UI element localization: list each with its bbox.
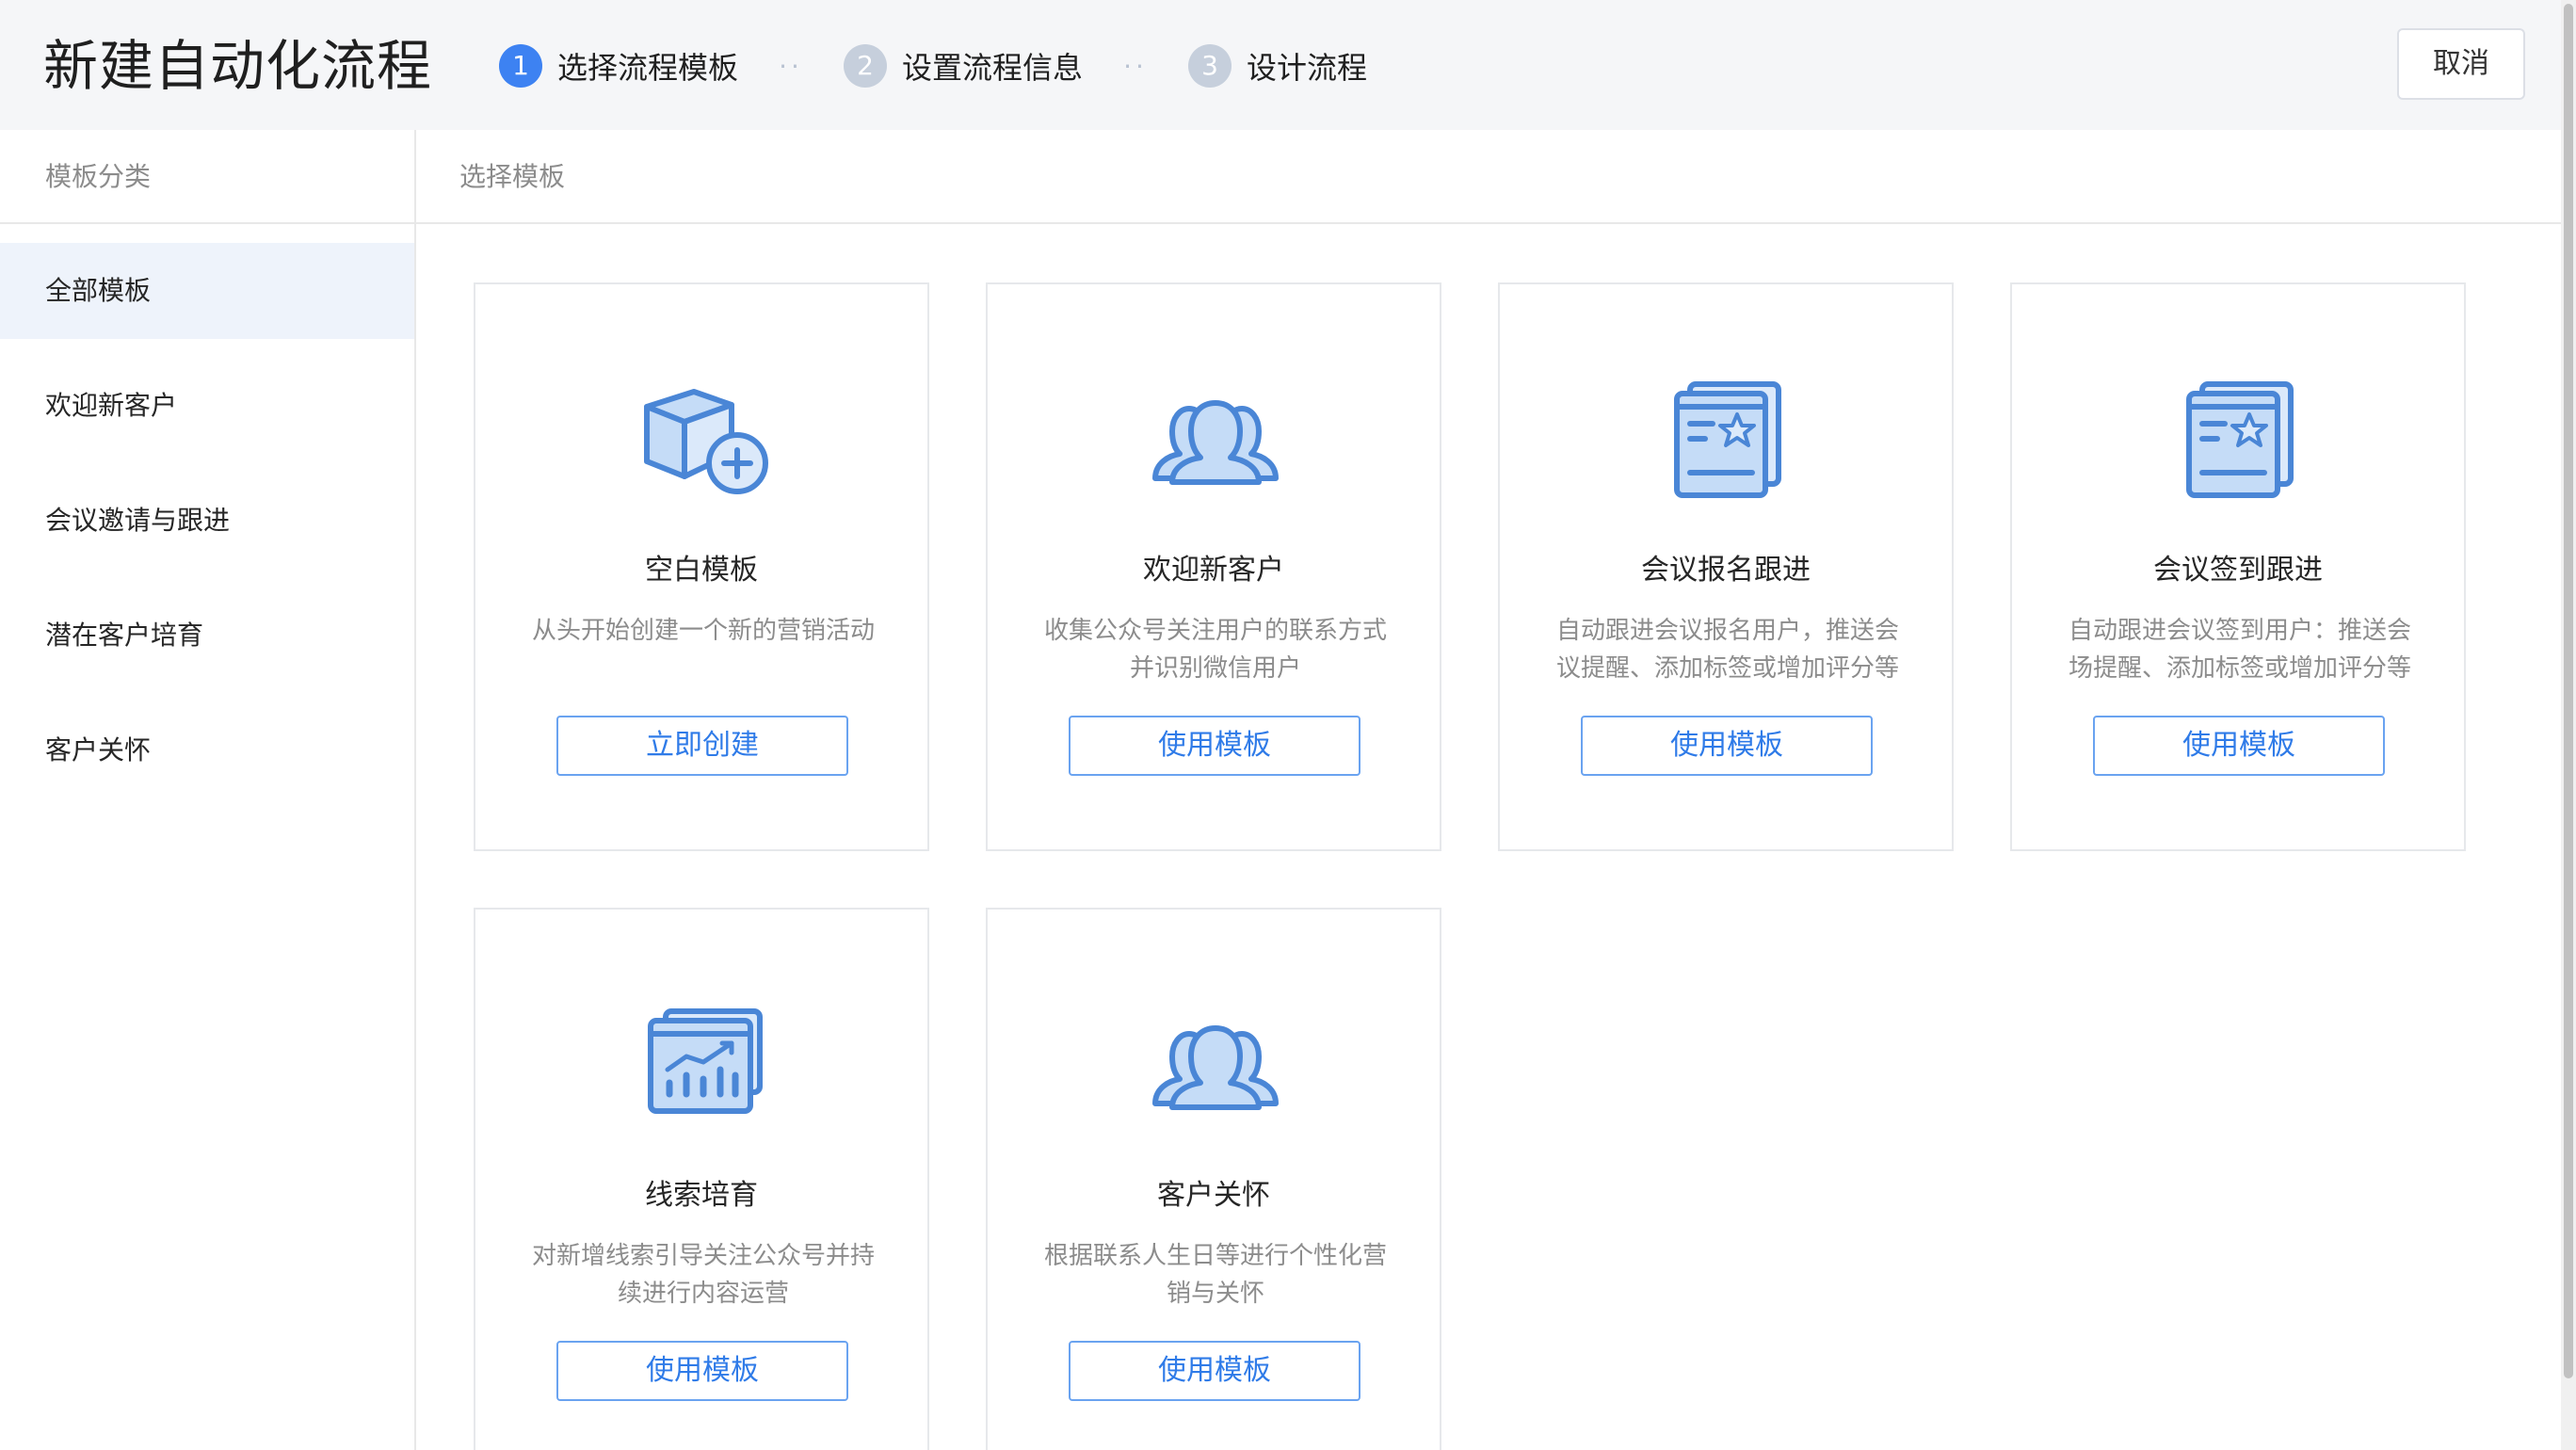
step-2: 2 设置流程信息: [844, 44, 1083, 88]
use-template-button[interactable]: 使用模板: [2093, 716, 2385, 776]
step-indicator: 1 选择流程模板 ·· 2 设置流程信息 ·· 3 设计流程: [499, 42, 1367, 89]
users-icon: [1152, 400, 1279, 485]
create-now-button[interactable]: 立即创建: [556, 716, 848, 776]
template-card-blank[interactable]: 空白模板 从头开始创建一个新的营销活动 立即创建: [474, 282, 929, 851]
document-star-icon: [1674, 381, 1781, 498]
cancel-button[interactable]: 取消: [2397, 28, 2525, 100]
card-description: 自动跟进会议报名用户，推送会议提醒、添加标签或增加评分等: [1555, 617, 1899, 683]
page: 新建自动化流程 1 选择流程模板 ·· 2 设置流程信息 ·· 3 设计流程 取…: [0, 0, 2576, 1450]
step-number: 2: [844, 44, 888, 88]
card-title: 欢迎新客户: [1143, 554, 1284, 587]
step-3: 3 设计流程: [1188, 44, 1367, 88]
use-template-button[interactable]: 使用模板: [1069, 716, 1360, 776]
template-area: 选择模板 空白模板 从头开始创建一个新的营销活动 立即创建 欢迎新客户 收集公众…: [416, 130, 2561, 1450]
sidebar-heading: 模板分类: [0, 130, 414, 224]
template-card-welcome[interactable]: 欢迎新客户 收集公众号关注用户的联系方式并识别微信用户 使用模板: [986, 282, 1441, 851]
card-description: 收集公众号关注用户的联系方式并识别微信用户: [1043, 617, 1387, 683]
scrollbar-thumb[interactable]: [2564, 4, 2573, 1378]
card-description: 根据联系人生日等进行个性化营销与关怀: [1043, 1242, 1387, 1308]
card-title: 会议报名跟进: [1641, 554, 1811, 587]
step-label: 设计流程: [1247, 50, 1368, 86]
users-icon: [1152, 1025, 1279, 1110]
template-card-meeting-registration[interactable]: 会议报名跟进 自动跟进会议报名用户，推送会议提醒、添加标签或增加评分等 使用模板: [1498, 282, 1954, 851]
use-template-button[interactable]: 使用模板: [1581, 716, 1873, 776]
sidebar-item-meeting-invite[interactable]: 会议邀请与跟进: [0, 473, 414, 569]
step-label: 选择流程模板: [557, 50, 739, 86]
template-card-lead-nurturing[interactable]: 线索培育 对新增线索引导关注公众号并持续进行内容运营 使用模板: [474, 908, 929, 1450]
sidebar-item-all-templates[interactable]: 全部模板: [0, 243, 414, 339]
template-card-meeting-checkin[interactable]: 会议签到跟进 自动跟进会议签到用户：推送会场提醒、添加标签或增加评分等 使用模板: [2010, 282, 2466, 851]
card-description: 从头开始创建一个新的营销活动: [531, 617, 875, 645]
step-1: 1 选择流程模板: [499, 44, 738, 88]
step-separator: ··: [1123, 50, 1148, 82]
use-template-button[interactable]: 使用模板: [1069, 1341, 1360, 1401]
chart-growth-icon: [648, 1008, 763, 1114]
card-title: 线索培育: [645, 1179, 758, 1212]
card-title: 客户关怀: [1157, 1179, 1270, 1212]
sidebar-item-customer-care[interactable]: 客户关怀: [0, 702, 414, 798]
sidebar-item-lead-nurturing[interactable]: 潜在客户培育: [0, 588, 414, 684]
page-title: 新建自动化流程: [43, 34, 433, 98]
main-heading: 选择模板: [416, 130, 2561, 224]
category-list: 全部模板 欢迎新客户 会议邀请与跟进 潜在客户培育 客户关怀: [0, 243, 414, 798]
category-sidebar: 模板分类 全部模板 欢迎新客户 会议邀请与跟进 潜在客户培育 客户关怀: [0, 130, 416, 1450]
document-star-icon: [2186, 381, 2294, 498]
page-scrollbar[interactable]: [2561, 0, 2576, 1450]
template-card-customer-care[interactable]: 客户关怀 根据联系人生日等进行个性化营销与关怀 使用模板: [986, 908, 1441, 1450]
sidebar-item-welcome-customers[interactable]: 欢迎新客户: [0, 358, 414, 454]
header: 新建自动化流程 1 选择流程模板 ·· 2 设置流程信息 ·· 3 设计流程 取…: [0, 0, 2561, 130]
card-title: 空白模板: [645, 554, 758, 587]
card-title: 会议签到跟进: [2153, 554, 2323, 587]
box-plus-icon: [644, 389, 768, 494]
card-description: 对新增线索引导关注公众号并持续进行内容运营: [531, 1242, 875, 1308]
use-template-button[interactable]: 使用模板: [556, 1341, 848, 1401]
step-number: 1: [499, 44, 542, 88]
step-separator: ··: [779, 50, 803, 82]
step-number: 3: [1188, 44, 1232, 88]
step-label: 设置流程信息: [902, 50, 1084, 86]
card-description: 自动跟进会议签到用户：推送会场提醒、添加标签或增加评分等: [2068, 617, 2411, 683]
